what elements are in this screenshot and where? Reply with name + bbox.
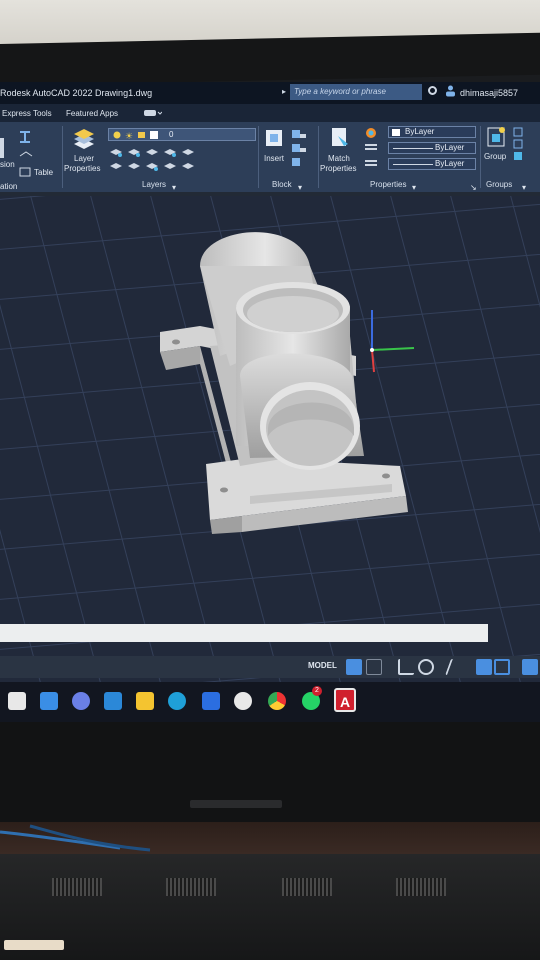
groups-panel-title[interactable]: Groups xyxy=(486,180,512,189)
layer-properties-label-1[interactable]: Layer xyxy=(74,154,94,163)
properties-panel-title[interactable]: Properties xyxy=(370,180,406,189)
mail-icon[interactable] xyxy=(104,692,122,710)
chevron-down-icon[interactable]: ▾ xyxy=(298,183,302,192)
panel-launcher-icon[interactable]: ↘ xyxy=(470,183,477,192)
svg-text:☀: ☀ xyxy=(125,131,133,140)
line-preview xyxy=(393,148,433,149)
table-label[interactable]: Table xyxy=(34,168,53,177)
notification-badge: 2 xyxy=(312,686,322,696)
match-properties-icon[interactable] xyxy=(330,126,352,150)
block-tools-icons[interactable] xyxy=(290,128,310,172)
monitor-bottom-bezel xyxy=(0,722,540,822)
insert-label[interactable]: Insert xyxy=(264,154,284,163)
xbox-icon[interactable] xyxy=(234,692,252,710)
task-view-icon[interactable] xyxy=(8,692,26,710)
customize-icon[interactable] xyxy=(522,659,538,675)
search-icon[interactable] xyxy=(428,86,437,95)
layer-state-icons: ☀ xyxy=(113,131,158,140)
workspace-toggle-icon[interactable] xyxy=(144,108,162,118)
tab-express-tools[interactable]: Express Tools xyxy=(2,109,52,118)
window-title: Rodesk AutoCAD 2022 Drawing1.dwg xyxy=(0,88,153,98)
layer-properties-icon[interactable] xyxy=(72,128,96,150)
model-space-button[interactable]: MODEL xyxy=(308,661,337,670)
chevron-down-icon[interactable]: ▾ xyxy=(412,183,416,192)
desk-surface xyxy=(0,822,540,854)
user-name[interactable]: dhimasaji5857 xyxy=(460,88,518,98)
vent xyxy=(282,878,332,896)
chevron-down-icon[interactable]: ▾ xyxy=(172,183,176,192)
laptop-badge xyxy=(4,940,64,950)
user-icon[interactable] xyxy=(446,85,455,97)
edge-icon[interactable] xyxy=(168,692,186,710)
divider xyxy=(480,126,481,188)
layers-panel-title[interactable]: Layers xyxy=(142,180,166,189)
whatsapp-icon[interactable]: 2 xyxy=(302,686,322,710)
layer-properties-label-2[interactable]: Properties xyxy=(64,164,100,173)
chevron-down-icon[interactable]: ▾ xyxy=(522,183,526,192)
color-dropdown[interactable]: ByLayer xyxy=(388,126,476,138)
color-value: ByLayer xyxy=(405,127,435,136)
ribbon-tabs: Express Tools Featured Apps xyxy=(0,104,540,122)
workspace-icon[interactable] xyxy=(494,659,510,675)
chrome-icon[interactable] xyxy=(268,692,286,710)
vent xyxy=(52,878,102,896)
title-bar: Rodesk AutoCAD 2022 Drawing1.dwg ▸ Type … xyxy=(0,82,540,104)
laptop-body xyxy=(0,854,540,960)
ribbon-left-label: sion xyxy=(0,160,15,169)
line-preview xyxy=(393,164,433,165)
layer-tools-icons[interactable] xyxy=(108,146,198,176)
match-label-1[interactable]: Match xyxy=(328,154,350,163)
linetype-value: ByLayer xyxy=(435,143,465,152)
isodraft-icon[interactable] xyxy=(445,659,469,675)
ribbon: sion Table ation Layer Properties ☀ 0 La… xyxy=(0,122,540,192)
color-swatch xyxy=(392,129,400,136)
grid-toggle-icon[interactable] xyxy=(346,659,362,675)
widgets-icon[interactable] xyxy=(40,692,58,710)
tab-featured-apps[interactable]: Featured Apps xyxy=(66,109,118,118)
front-cylinder xyxy=(240,353,364,470)
polar-tracking-icon[interactable] xyxy=(418,659,434,675)
annotation-panel-title: ation xyxy=(0,182,18,191)
cables xyxy=(0,824,151,852)
layer-dropdown[interactable]: ☀ 0 xyxy=(108,128,256,141)
current-layer: 0 xyxy=(169,130,174,139)
search-input[interactable]: Type a keyword or phrase xyxy=(290,84,422,100)
snap-toggle-icon[interactable] xyxy=(366,659,382,675)
annotation-scale-icon[interactable] xyxy=(476,659,492,675)
ucs-icon xyxy=(370,310,415,373)
property-icons xyxy=(365,128,377,166)
status-bar: MODEL xyxy=(0,656,540,678)
ortho-toggle-icon[interactable] xyxy=(398,659,414,675)
insert-block-icon[interactable] xyxy=(264,128,284,148)
command-line[interactable] xyxy=(0,624,488,642)
monitor-screen: Rodesk AutoCAD 2022 Drawing1.dwg ▸ Type … xyxy=(0,82,540,722)
divider xyxy=(62,126,63,188)
chat-icon[interactable] xyxy=(72,692,90,710)
match-label-2[interactable]: Properties xyxy=(320,164,356,173)
block-panel-title[interactable]: Block xyxy=(272,180,292,189)
linetype-dropdown[interactable]: ByLayer xyxy=(388,142,476,154)
divider xyxy=(318,126,319,188)
lineweight-dropdown[interactable]: ByLayer xyxy=(388,158,476,170)
vent xyxy=(166,878,216,896)
windows-taskbar: 2 A xyxy=(0,682,540,722)
vent xyxy=(396,878,446,896)
divider xyxy=(258,126,259,188)
store-icon[interactable] xyxy=(202,692,220,710)
file-explorer-icon[interactable] xyxy=(136,692,154,710)
autocad-taskbar-icon[interactable]: A xyxy=(334,688,356,712)
group-label[interactable]: Group xyxy=(484,152,506,161)
lineweight-value: ByLayer xyxy=(435,159,465,168)
caret-right-icon: ▸ xyxy=(282,87,287,96)
monitor-logo-bar xyxy=(190,800,282,808)
